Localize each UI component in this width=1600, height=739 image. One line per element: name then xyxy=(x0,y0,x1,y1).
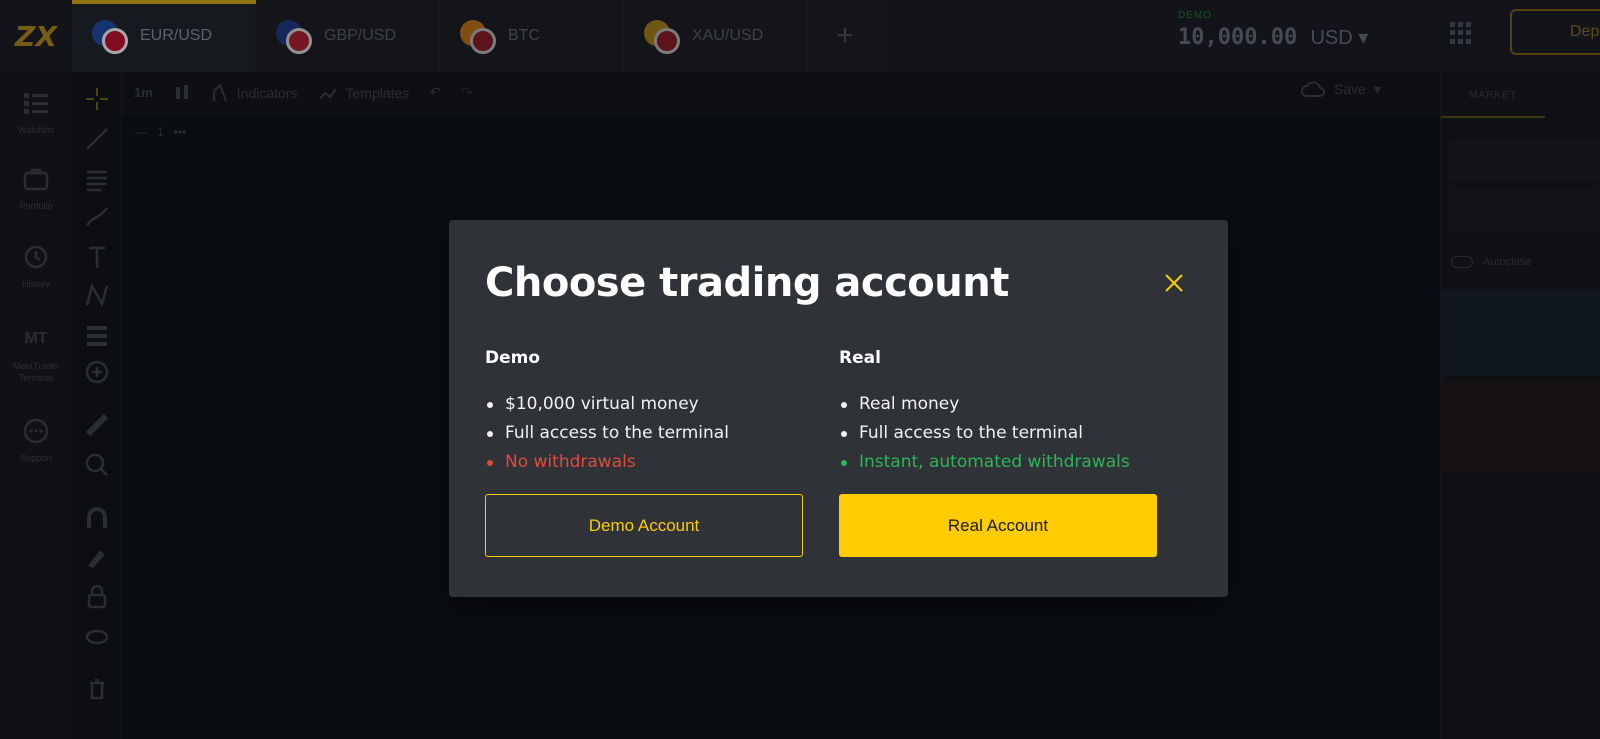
demo-account-button[interactable]: Demo Account xyxy=(485,494,803,557)
list-item: $10,000 virtual money xyxy=(485,394,805,423)
demo-features: $10,000 virtual money Full access to the… xyxy=(485,394,805,481)
list-item: Instant, automated withdrawals xyxy=(839,452,1159,481)
close-icon[interactable] xyxy=(1163,272,1185,294)
list-item: Full access to the terminal xyxy=(839,423,1159,452)
dialog-title: Choose trading account xyxy=(485,260,1009,306)
real-heading: Real xyxy=(839,348,881,368)
list-item: No withdrawals xyxy=(485,452,805,481)
demo-heading: Demo xyxy=(485,348,541,368)
choose-account-dialog: Choose trading account Demo $10,000 virt… xyxy=(449,220,1228,597)
real-column: Real Real money Full access to the termi… xyxy=(839,348,1159,481)
demo-column: Demo $10,000 virtual money Full access t… xyxy=(485,348,805,481)
list-item: Full access to the terminal xyxy=(485,423,805,452)
list-item: Real money xyxy=(839,394,1159,423)
real-features: Real money Full access to the terminal I… xyxy=(839,394,1159,481)
real-account-button[interactable]: Real Account xyxy=(839,494,1157,557)
